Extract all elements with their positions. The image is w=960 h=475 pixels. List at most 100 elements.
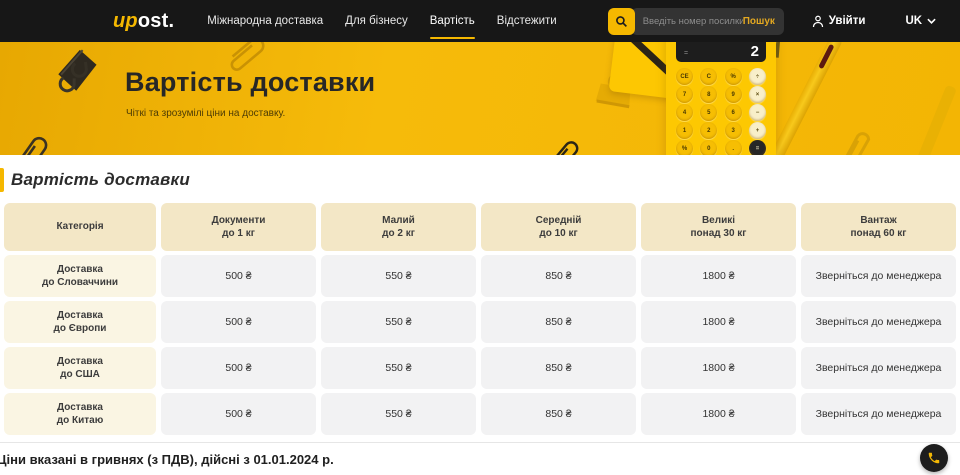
row-label-line: Доставка [57, 355, 103, 369]
calc-key: = [749, 140, 766, 155]
page-title: Вартість доставки [125, 67, 375, 98]
column-header-small: Малий до 2 кг [321, 203, 476, 251]
price-cell: 500 ₴ [161, 347, 316, 389]
price-cell: 550 ₴ [321, 255, 476, 297]
accent-bar [0, 168, 4, 192]
phone-icon [927, 451, 941, 465]
logo[interactable]: upost. [113, 10, 174, 33]
calculator-keypad: CE C % ÷ 7 8 9 × 4 5 6 − 1 2 3 + % 0 . = [666, 62, 776, 155]
nav-item-tracking[interactable]: Відстежити [486, 0, 568, 42]
calculator-result: 2 [751, 43, 759, 60]
price-cell: 850 ₴ [481, 393, 636, 435]
calculator-display: 1+1 = 2 [676, 42, 766, 62]
search-submit-label[interactable]: Пошук [743, 16, 775, 27]
user-icon [812, 15, 824, 28]
nav-item-pricing[interactable]: Вартість [419, 0, 486, 42]
paper-clip-icon [828, 121, 887, 155]
hero-banner: 1+1 = 2 CE C % ÷ 7 8 9 × 4 5 6 − 1 2 3 +… [0, 42, 960, 155]
search-input[interactable] [643, 16, 743, 27]
row-label-line: Доставка [57, 263, 103, 277]
main-nav: Міжнародна доставка Для бізнесу Вартість… [196, 0, 568, 42]
price-cell: Зверніться до менеджера [801, 301, 956, 343]
column-header-freight: Вантаж понад 60 кг [801, 203, 956, 251]
row-label-line: Доставка [57, 401, 103, 415]
table-row: Доставка до Європи 500 ₴ 550 ₴ 850 ₴ 180… [4, 301, 956, 343]
calc-key: 5 [700, 104, 717, 121]
row-label-china: Доставка до Китаю [4, 393, 156, 435]
price-table: Категорія Документи до 1 кг Малий до 2 к… [4, 203, 956, 435]
binder-clip-icon [42, 42, 114, 110]
row-label-line: до США [60, 368, 100, 382]
nav-item-international[interactable]: Міжнародна доставка [196, 0, 334, 42]
price-cell: 850 ₴ [481, 347, 636, 389]
row-label-usa: Доставка до США [4, 347, 156, 389]
header-line: до 2 кг [382, 227, 415, 241]
row-label-line: до Європи [54, 322, 107, 336]
header-line: Великі [702, 214, 735, 228]
price-cell: 550 ₴ [321, 347, 476, 389]
calc-key: 2 [700, 122, 717, 139]
calc-key: 0 [700, 140, 717, 155]
calc-key: . [725, 140, 742, 155]
table-row: Доставка до Словаччини 500 ₴ 550 ₴ 850 ₴… [4, 255, 956, 297]
row-label-line: Доставка [57, 309, 103, 323]
pencil-decoration [898, 85, 957, 155]
pricing-note: Ціни вказані в гривнях (з ПДВ), дійсні з… [0, 452, 334, 467]
calc-key: 4 [676, 104, 693, 121]
nav-item-business[interactable]: Для бізнесу [334, 0, 419, 42]
login-button[interactable]: Увійти [812, 15, 866, 28]
language-value: UK [905, 15, 922, 27]
calc-key: % [676, 140, 693, 155]
row-label-slovakia: Доставка до Словаччини [4, 255, 156, 297]
header-line: понад 60 кг [851, 227, 907, 241]
price-cell: Зверніться до менеджера [801, 393, 956, 435]
page-subtitle: Чіткі та зрозумілі ціни на доставку. [126, 108, 285, 119]
calculator-decoration: 1+1 = 2 CE C % ÷ 7 8 9 × 4 5 6 − 1 2 3 +… [666, 42, 776, 155]
price-cell: 1800 ₴ [641, 347, 796, 389]
price-cell: 550 ₴ [321, 393, 476, 435]
paper-clip-icon [538, 133, 589, 155]
header-line: Вантаж [860, 214, 896, 228]
row-label-line: до Словаччини [42, 276, 118, 290]
calc-key: 8 [700, 86, 717, 103]
table-row: Доставка до Китаю 500 ₴ 550 ₴ 850 ₴ 1800… [4, 393, 956, 435]
calc-key: % [725, 68, 742, 85]
price-cell: 500 ₴ [161, 301, 316, 343]
calc-key: CE [676, 68, 693, 85]
logo-text: ost. [138, 10, 174, 32]
price-cell: 850 ₴ [481, 301, 636, 343]
row-label-line: до Китаю [57, 414, 103, 428]
calc-key: 7 [676, 86, 693, 103]
calc-key: C [700, 68, 717, 85]
logo-mark: up [113, 10, 138, 32]
calc-key: ÷ [749, 68, 766, 85]
price-cell: 500 ₴ [161, 393, 316, 435]
table-header-row: Категорія Документи до 1 кг Малий до 2 к… [4, 203, 956, 251]
header-line: до 10 кг [539, 227, 577, 241]
calc-key: 9 [725, 86, 742, 103]
price-cell: 1800 ₴ [641, 301, 796, 343]
table-row: Доставка до США 500 ₴ 550 ₴ 850 ₴ 1800 ₴… [4, 347, 956, 389]
section-title: Вартість доставки [11, 170, 190, 190]
header-line: Середній [536, 214, 582, 228]
search-button[interactable] [608, 8, 635, 35]
chevron-down-icon [927, 18, 936, 24]
login-label: Увійти [829, 15, 866, 27]
calc-key: 1 [676, 122, 693, 139]
price-cell: Зверніться до менеджера [801, 347, 956, 389]
header-line: понад 30 кг [691, 227, 747, 241]
calc-key: − [749, 104, 766, 121]
price-cell: 550 ₴ [321, 301, 476, 343]
call-button[interactable] [920, 444, 948, 472]
price-cell: 850 ₴ [481, 255, 636, 297]
calc-key: 6 [725, 104, 742, 121]
section-header: Вартість доставки [0, 167, 960, 193]
language-selector[interactable]: UK [905, 15, 936, 27]
calc-key: + [749, 122, 766, 139]
header-line: Документи [212, 214, 266, 228]
search-input-container: Пошук [631, 8, 784, 35]
footer: Ціни вказані в гривнях (з ПДВ), дійсні з… [0, 442, 960, 475]
search-icon [615, 15, 628, 28]
price-cell: 1800 ₴ [641, 255, 796, 297]
column-header-category: Категорія [4, 203, 156, 251]
